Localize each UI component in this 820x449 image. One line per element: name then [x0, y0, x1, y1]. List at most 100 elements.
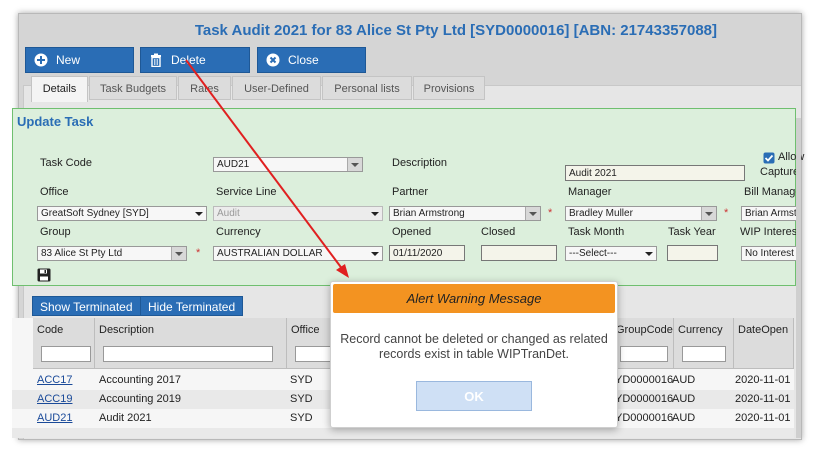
- checkbox-checked-icon[interactable]: [763, 152, 775, 164]
- dateopen-header-label: DateOpen: [738, 324, 789, 336]
- x-circle-icon: [266, 53, 280, 67]
- code-filter-input[interactable]: [41, 346, 91, 362]
- chevron-down-icon: [368, 247, 382, 260]
- table-row-partial: [12, 428, 794, 438]
- manager-required-mark: *: [724, 207, 729, 219]
- closed-label: Closed: [481, 226, 516, 238]
- currency-filter-input[interactable]: [682, 346, 726, 362]
- opened-date-field[interactable]: 01/11/2020: [389, 245, 465, 261]
- ok-button[interactable]: OK: [416, 381, 532, 411]
- partner-select[interactable]: Brian Armstrong: [389, 206, 541, 221]
- row-currency: AUD: [672, 412, 696, 424]
- form-title: Update Task: [17, 114, 94, 129]
- row-description: Audit 2021: [99, 412, 152, 424]
- group-required-mark: *: [196, 247, 201, 259]
- manager-label: Manager: [568, 186, 612, 198]
- row-dateopen: 2020-11-01: [735, 393, 791, 405]
- partner-required-mark: *: [548, 207, 553, 219]
- column-header-dateopen[interactable]: DateOpen: [734, 318, 794, 369]
- plus-circle-icon: [34, 53, 48, 67]
- column-header-groupcode[interactable]: GroupCode: [612, 318, 674, 369]
- row-office: SYD: [290, 393, 313, 405]
- opened-label: Opened: [392, 226, 432, 238]
- row-groupcode: YD0000016: [615, 393, 674, 405]
- group-select[interactable]: 83 Alice St Pty Ltd: [37, 246, 187, 261]
- office-label: Office: [40, 186, 69, 198]
- currency-label: Currency: [216, 226, 261, 238]
- trash-icon: [151, 53, 161, 67]
- row-currency: AUD: [672, 393, 696, 405]
- chevron-down-icon: [171, 247, 186, 260]
- task-year-field[interactable]: [667, 245, 718, 261]
- description-header-label: Description: [99, 324, 155, 336]
- closed-date-field[interactable]: [481, 245, 557, 261]
- row-code-link[interactable]: AUD21: [37, 412, 72, 424]
- tab-personal-lists[interactable]: Personal lists: [322, 76, 412, 100]
- groupcode-filter-input[interactable]: [620, 346, 668, 362]
- manager-select[interactable]: Bradley Muller: [565, 206, 717, 221]
- currency-value: AUSTRALIAN DOLLAR: [217, 248, 323, 259]
- hide-terminated-button[interactable]: Hide Terminated: [140, 296, 244, 316]
- dialog-message-line2: records exist in table WIPTranDet.: [379, 347, 569, 361]
- office-header-label: Office: [291, 324, 320, 336]
- row-groupcode: YD0000016: [615, 374, 674, 386]
- chevron-down-icon: [642, 247, 656, 260]
- partner-value: Brian Armstrong: [393, 208, 465, 219]
- task-code-value: AUD21: [217, 159, 250, 170]
- tab-provisions[interactable]: Provisions: [413, 76, 485, 100]
- wip-interest-value: No Interest: [745, 248, 794, 259]
- column-header-description[interactable]: Description: [95, 318, 287, 369]
- service-line-select: Audit: [213, 206, 383, 221]
- chevron-down-icon: [525, 207, 540, 220]
- office-value: GreatSoft Sydney [SYD]: [41, 208, 149, 219]
- task-month-label: Task Month: [568, 226, 625, 238]
- dialog-message: Record cannot be deleted or changed as r…: [331, 332, 617, 362]
- row-office: SYD: [290, 374, 313, 386]
- row-code-link[interactable]: ACC17: [37, 374, 72, 386]
- service-line-value: Audit: [217, 208, 240, 219]
- row-currency: AUD: [672, 374, 696, 386]
- column-header-code[interactable]: Code: [33, 318, 95, 369]
- wip-interest-label: WIP Interest: [740, 226, 801, 238]
- dialog-title: Alert Warning Message: [333, 284, 615, 313]
- manager-value: Bradley Muller: [569, 208, 633, 219]
- bill-manager-value: Brian Armstro: [745, 208, 801, 219]
- row-groupcode: YD0000016: [615, 412, 674, 424]
- window-title: Task Audit 2021 for 83 Alice St Pty Ltd …: [194, 22, 717, 39]
- row-dateopen: 2020-11-01: [735, 412, 791, 424]
- tab-details[interactable]: Details: [31, 76, 88, 102]
- tab-rates[interactable]: Rates: [178, 76, 231, 100]
- chevron-down-icon: [368, 207, 382, 220]
- description-field[interactable]: Audit 2021: [565, 165, 745, 181]
- currency-select[interactable]: AUSTRALIAN DOLLAR: [213, 246, 383, 261]
- new-button-label: New: [56, 53, 81, 67]
- column-header-currency[interactable]: Currency: [674, 318, 734, 369]
- partner-label: Partner: [392, 186, 429, 198]
- close-button[interactable]: Close: [257, 47, 366, 73]
- dialog-message-line1: Record cannot be deleted or changed as r…: [340, 332, 608, 346]
- vertical-scrollbar[interactable]: [796, 118, 801, 438]
- row-code-link[interactable]: ACC19: [37, 393, 72, 405]
- delete-button-label: Delete: [171, 53, 206, 67]
- tab-task-budgets[interactable]: Task Budgets: [89, 76, 177, 100]
- code-header-label: Code: [37, 324, 64, 336]
- wip-interest-select[interactable]: No Interest: [741, 246, 801, 261]
- show-terminated-button[interactable]: Show Terminated: [32, 296, 141, 316]
- new-button[interactable]: New: [25, 47, 134, 73]
- delete-button[interactable]: Delete: [140, 47, 250, 73]
- group-label: Group: [40, 226, 71, 238]
- description-filter-input[interactable]: [103, 346, 273, 362]
- office-select[interactable]: GreatSoft Sydney [SYD]: [37, 206, 207, 221]
- task-year-label: Task Year: [668, 226, 716, 238]
- task-month-select[interactable]: ---Select---: [565, 246, 657, 261]
- currency-header-label: Currency: [678, 324, 723, 336]
- tab-user-defined[interactable]: User-Defined: [232, 76, 321, 100]
- close-button-label: Close: [288, 53, 319, 67]
- floppy-disk-icon[interactable]: [37, 268, 51, 282]
- bill-manager-select[interactable]: Brian Armstro: [741, 206, 801, 221]
- task-code-select[interactable]: AUD21: [213, 157, 363, 172]
- row-description: Accounting 2019: [99, 393, 181, 405]
- bill-manager-label: Bill Manage: [744, 186, 802, 198]
- capture-label: Capture: [760, 166, 800, 178]
- group-value: 83 Alice St Pty Ltd: [41, 248, 123, 259]
